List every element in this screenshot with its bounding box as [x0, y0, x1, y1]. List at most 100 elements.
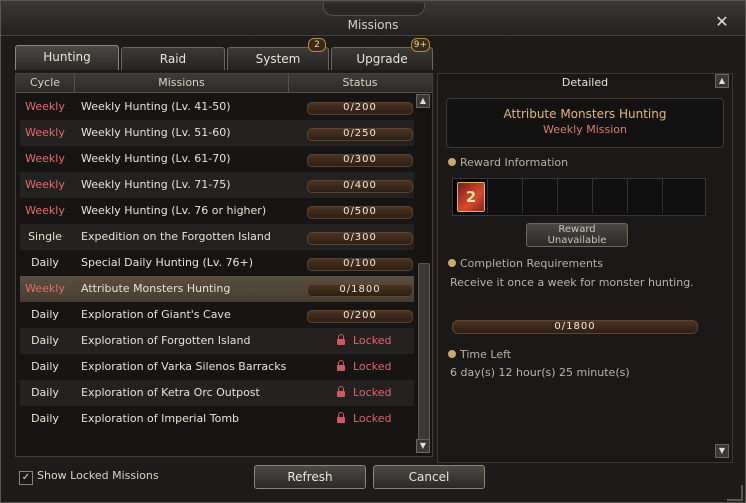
table-row[interactable]: Daily Exploration of Forgotten Island Lock…: [20, 328, 414, 354]
locked-text: Locked: [353, 334, 392, 347]
table-row[interactable]: Daily Special Daily Hunting (Lv. 76+) 0/10…: [20, 250, 414, 276]
progress-bar: 0/300: [307, 232, 413, 245]
reward-button-line2: Unavailable: [547, 235, 607, 246]
mission-list-scrollbar[interactable]: ▲ ▼: [416, 93, 430, 455]
arrow-up-icon[interactable]: ▲: [416, 94, 430, 108]
table-row[interactable]: Daily Exploration of Giant's Cave 0/200: [20, 302, 414, 328]
table-row[interactable]: Weekly Weekly Hunting (Lv. 41-50) 0/200: [20, 94, 414, 120]
close-icon[interactable]: ✕: [714, 14, 730, 30]
cycle-cell: Daily: [31, 412, 59, 425]
tab-label: Upgrade: [356, 52, 408, 66]
cycle-cell: Single: [28, 230, 62, 243]
progress-text: 0/100: [343, 258, 377, 269]
progress-bar: 0/400: [307, 180, 413, 193]
detail-panel: Detailed Attribute Monsters Hunting Week…: [437, 73, 733, 463]
reward-slot[interactable]: [558, 179, 593, 213]
progress-text: 0/400: [343, 180, 377, 191]
cycle-cell: Daily: [31, 334, 59, 347]
mission-cell: Exploration of Varka Silenos Barracks: [81, 360, 287, 373]
table-row[interactable]: Daily Exploration of Varka Silenos Barrac…: [20, 354, 414, 380]
reward-slot[interactable]: [663, 179, 698, 213]
cycle-cell: Weekly: [25, 126, 65, 139]
table-row[interactable]: Daily Exploration of Imperial Tomb Locked: [20, 406, 414, 432]
table-row[interactable]: Single Expedition on the Forgotten Island…: [20, 224, 414, 250]
reward-section-heading: Reward Information: [448, 156, 568, 169]
cancel-button[interactable]: Cancel: [373, 465, 485, 489]
reward-slot[interactable]: [628, 179, 663, 213]
completion-description: Receive it once a week for monster hunti…: [450, 276, 694, 289]
reward-slot[interactable]: [593, 179, 628, 213]
cycle-cell: Weekly: [25, 152, 65, 165]
show-locked-label[interactable]: Show Locked Missions: [37, 469, 159, 482]
status-cell: 0/200: [307, 302, 413, 328]
table-row[interactable]: Weekly Weekly Hunting (Lv. 51-60) 0/250: [20, 120, 414, 146]
locked-text: Locked: [353, 412, 392, 425]
arrow-down-icon[interactable]: ▼: [715, 444, 729, 458]
reward-button-line1: Reward: [558, 224, 596, 235]
title-bar[interactable]: Missions ✕: [1, 1, 745, 36]
resize-grip[interactable]: [727, 485, 743, 501]
table-header: Cycle Missions Status: [16, 74, 432, 93]
progress-text: 0/1800: [339, 284, 381, 295]
status-cell: Locked: [307, 354, 413, 380]
progress-text: 0/200: [343, 102, 377, 113]
mission-cell: Weekly Hunting (Lv. 71-75): [81, 178, 231, 191]
table-row[interactable]: Weekly Weekly Hunting (Lv. 71-75) 0/400: [20, 172, 414, 198]
status-cell: Locked: [307, 328, 413, 354]
scroll-icon: [448, 259, 456, 267]
header-missions[interactable]: Missions: [75, 74, 289, 92]
lock-icon: [337, 334, 345, 345]
clock-icon: [448, 350, 456, 358]
status-cell: 0/300: [307, 146, 413, 172]
locked-status: Locked: [337, 354, 391, 380]
cycle-cell: Weekly: [25, 100, 65, 113]
tab-raid[interactable]: Raid: [121, 47, 225, 70]
cycle-cell: Daily: [31, 256, 59, 269]
header-cycle[interactable]: Cycle: [16, 74, 75, 92]
mission-cell: Weekly Hunting (Lv. 41-50): [81, 100, 231, 113]
table-row[interactable]: Weekly Weekly Hunting (Lv. 61-70) 0/300: [20, 146, 414, 172]
notification-badge: 9+: [410, 38, 430, 52]
table-row[interactable]: Daily Exploration of Ketra Orc Outpost Loc…: [20, 380, 414, 406]
show-locked-checkbox[interactable]: ✓: [19, 471, 33, 485]
cycle-cell: Weekly: [25, 204, 65, 217]
reward-book-icon: 2: [457, 182, 485, 212]
completion-progress-bar: 0/1800: [452, 320, 698, 334]
header-status[interactable]: Status: [289, 74, 431, 92]
reward-button[interactable]: Reward Unavailable: [526, 223, 628, 247]
tab-system[interactable]: System 2: [227, 38, 329, 70]
refresh-button[interactable]: Refresh: [254, 465, 366, 489]
mission-list-panel: Cycle Missions Status Weekly Weekly Hunti…: [15, 73, 433, 457]
timeleft-section-heading: Time Left: [448, 348, 511, 361]
progress-text: 0/500: [343, 206, 377, 217]
arrow-up-icon[interactable]: ▲: [715, 74, 729, 88]
status-cell: 0/100: [307, 250, 413, 276]
window-title: Missions: [347, 18, 399, 32]
cycle-cell: Daily: [31, 360, 59, 373]
mission-rows: Weekly Weekly Hunting (Lv. 41-50) 0/200 Wee…: [20, 94, 414, 432]
title-ornament: [323, 3, 425, 16]
tab-label: Raid: [159, 52, 187, 66]
reward-slot[interactable]: [488, 179, 523, 213]
reward-slot[interactable]: 2: [453, 179, 488, 213]
tab-hunting[interactable]: Hunting: [15, 45, 119, 70]
table-row[interactable]: Weekly Attribute Monsters Hunting 0/1800: [20, 276, 414, 302]
reward-slots: 2: [452, 178, 706, 216]
progress-bar: 0/250: [307, 128, 413, 141]
status-cell: Locked: [307, 406, 413, 432]
detail-scrollbar[interactable]: ▲ ▼: [715, 74, 729, 460]
status-cell: 0/1800: [307, 276, 413, 302]
notification-badge: 2: [308, 38, 326, 52]
timeleft-value: 6 day(s) 12 hour(s) 25 minute(s): [450, 366, 630, 379]
arrow-down-icon[interactable]: ▼: [416, 439, 430, 453]
status-cell: Locked: [307, 380, 413, 406]
tab-upgrade[interactable]: Upgrade 9+: [331, 38, 433, 70]
mission-cell: Weekly Hunting (Lv. 61-70): [81, 152, 231, 165]
locked-status: Locked: [337, 328, 391, 354]
cycle-cell: Weekly: [25, 178, 65, 191]
status-cell: 0/300: [307, 224, 413, 250]
scroll-thumb[interactable]: [418, 263, 430, 451]
cycle-cell: Daily: [31, 386, 59, 399]
reward-slot[interactable]: [523, 179, 558, 213]
table-row[interactable]: Weekly Weekly Hunting (Lv. 76 or higher) 0…: [20, 198, 414, 224]
